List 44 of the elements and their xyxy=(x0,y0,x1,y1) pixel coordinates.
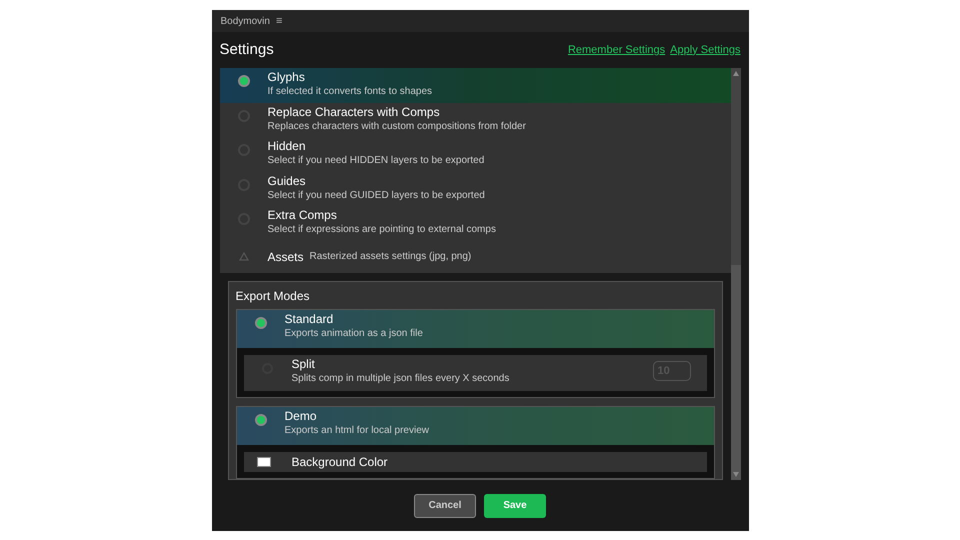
export-mode-row[interactable]: Demo Exports an html for local preview xyxy=(236,407,714,445)
export-mode-description: Exports animation as a json file xyxy=(284,327,423,340)
scrollbar[interactable] xyxy=(730,68,740,480)
radio-button[interactable] xyxy=(254,317,266,329)
option-row[interactable]: Replace Characters with Comps Replaces characters with custom compositions from folder xyxy=(220,102,730,137)
option-description: If selected it converts fonts to shapes xyxy=(268,85,432,98)
menu-icon[interactable]: ≡ xyxy=(276,12,282,30)
checkbox[interactable] xyxy=(256,457,270,467)
page-title: Settings xyxy=(220,40,274,60)
export-mode-row[interactable]: Standard Exports animation as a json file xyxy=(236,310,714,348)
scroll-thumb[interactable] xyxy=(730,265,740,480)
export-mode-description: Exports an html for local preview xyxy=(284,424,430,437)
section-description: Rasterized assets settings (jpg, png) xyxy=(310,250,472,264)
export-mode-title: Demo xyxy=(284,409,318,424)
option-title: Replace Characters with Comps xyxy=(268,104,441,120)
section-row[interactable]: Assets Rasterized assets settings (jpg, png) xyxy=(220,240,730,273)
suboption-title: Split xyxy=(292,357,316,372)
export-mode-title: Standard xyxy=(284,312,334,327)
option-title: Hidden xyxy=(268,139,307,154)
option-description: Select if you need HIDDEN layers to be exported xyxy=(268,154,484,167)
settings-link[interactable]: Apply Settings xyxy=(670,42,740,58)
suboption-description: Splits comp in multiple json files every X seconds xyxy=(292,372,510,385)
window-title: Bodymovin xyxy=(220,14,270,28)
suboption-title: Background Color xyxy=(292,454,388,470)
option-title: Guides xyxy=(268,174,307,188)
export-modes-title: Export Modes xyxy=(236,288,311,304)
option-title: Glyphs xyxy=(268,70,306,85)
triangle-icon xyxy=(238,252,248,262)
option-row[interactable]: Glyphs If selected it converts fonts to shapes xyxy=(220,68,730,102)
option-title: Extra Comps xyxy=(268,208,338,223)
settings-link[interactable]: Remember Settings xyxy=(568,42,666,58)
option-row[interactable]: Hidden Select if you need HIDDEN layers to be exported xyxy=(220,137,730,172)
option-row[interactable]: Extra Comps Select if expressions are pointing to external comps xyxy=(220,206,730,240)
option-description: Select if expressions are pointing to external comps xyxy=(268,223,496,236)
option-row[interactable]: Guides Select if you need GUIDED layers to be exported xyxy=(220,172,730,206)
option-description: Replaces characters with custom compositions from folder xyxy=(268,120,526,132)
radio-button[interactable] xyxy=(254,414,266,426)
option-description: Select if you need GUIDED layers to be exported xyxy=(268,188,485,202)
suboption-row[interactable]: Background Color xyxy=(244,452,706,472)
scroll-down-icon[interactable] xyxy=(732,472,738,477)
section-title: Assets xyxy=(268,248,304,266)
scroll-up-icon[interactable] xyxy=(732,71,738,76)
cancel-button[interactable]: Cancel xyxy=(414,494,476,518)
radio-button[interactable] xyxy=(238,75,250,87)
